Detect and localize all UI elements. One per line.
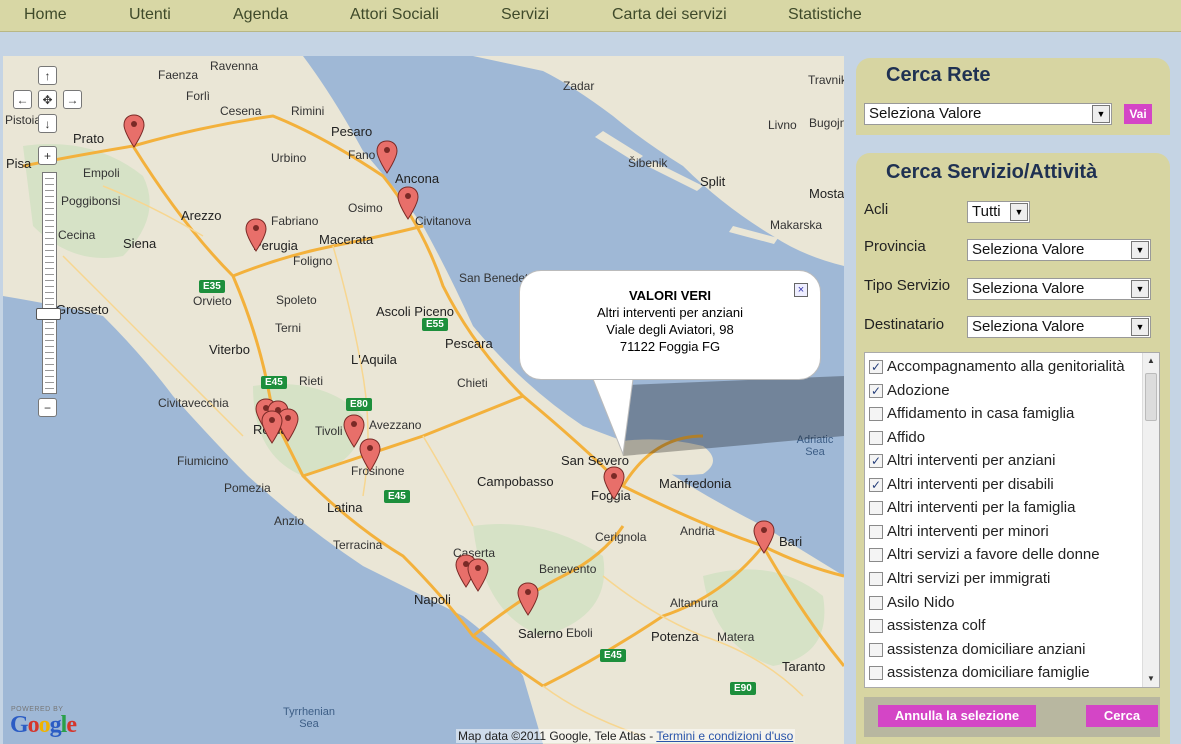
pan-left-button[interactable]: ← (13, 90, 32, 109)
nav-servizi[interactable]: Servizi (501, 6, 549, 24)
checkbox[interactable]: ✓ (869, 384, 883, 398)
list-item-label: Altri interventi per la famiglia (887, 499, 1076, 516)
chevron-down-icon: ▼ (1131, 318, 1149, 336)
chevron-down-icon: ▼ (1131, 241, 1149, 259)
tipo-servizio-label: Tipo Servizio (864, 277, 951, 294)
checkbox[interactable] (869, 596, 883, 610)
checkbox[interactable] (869, 619, 883, 633)
list-item-label: Adozione (887, 382, 950, 399)
provincia-label: Provincia (864, 238, 926, 255)
list-item-label: assistenza colf (887, 617, 986, 634)
cerca-button[interactable]: Cerca (1086, 705, 1158, 727)
vai-button[interactable]: Vai (1124, 104, 1152, 124)
cerca-rete-title: Cerca Rete (886, 64, 991, 86)
servizi-checkbox-list[interactable]: ✓ Accompagnamento alla genitorialità ✓ Ado… (864, 352, 1160, 688)
info-window-title: VALORI VERI (628, 288, 712, 303)
checkbox[interactable] (869, 431, 883, 445)
scroll-up-icon[interactable]: ▲ (1143, 353, 1159, 369)
checkbox[interactable]: ✓ (869, 478, 883, 492)
pan-center-button[interactable]: ✥ (38, 90, 57, 109)
attribution-text: Map data ©2011 Google, Tele Atlas - (458, 729, 654, 743)
acli-select-value: Tutti (972, 203, 1001, 220)
map-marker[interactable] (123, 114, 145, 148)
map-marker[interactable] (261, 410, 283, 444)
info-window-shadow (592, 376, 844, 456)
checkbox[interactable] (869, 643, 883, 657)
list-item-label: Asilo Nido (887, 594, 955, 611)
pan-right-button[interactable]: → (63, 90, 82, 109)
zoom-slider-track[interactable] (42, 172, 57, 394)
provincia-select[interactable]: Seleziona Valore ▼ (967, 239, 1151, 261)
checkbox[interactable] (869, 572, 883, 586)
cerca-servizio-title: Cerca Servizio/Attività (886, 161, 1098, 183)
nav-home[interactable]: Home (24, 6, 67, 24)
checkbox[interactable] (869, 407, 883, 421)
map-marker[interactable] (359, 438, 381, 472)
zoom-slider-thumb[interactable] (36, 308, 61, 320)
map-marker[interactable] (517, 582, 539, 616)
chevron-down-icon: ▼ (1092, 105, 1110, 123)
list-item-label: Accompagnamento alla genitorialità (887, 358, 1125, 375)
info-window: × VALORI VERI Altri interventi per anzia… (519, 270, 821, 380)
nav-utenti[interactable]: Utenti (129, 6, 171, 24)
list-item-label: Altri interventi per anziani (887, 452, 1056, 469)
list-item-label: assistenza domiciliare famiglie (887, 664, 1090, 681)
rete-select-value: Seleziona Valore (869, 105, 982, 122)
info-window-line: 71122 Foggia FG (619, 339, 721, 354)
nav-carta-dei-servizi[interactable]: Carta dei servizi (612, 6, 727, 24)
destinatario-select-value: Seleziona Valore (972, 318, 1085, 335)
map-marker[interactable] (376, 140, 398, 174)
nav-attori-sociali[interactable]: Attori Sociali (350, 6, 439, 24)
info-window-line: Altri interventi per anziani (597, 305, 743, 320)
tipo-servizio-select-value: Seleziona Valore (972, 280, 1085, 297)
list-item-label: Altri interventi per minori (887, 523, 1049, 540)
acli-label: Acli (864, 201, 889, 218)
chevron-down-icon: ▼ (1131, 280, 1149, 298)
tipo-servizio-select[interactable]: Seleziona Valore ▼ (967, 278, 1151, 300)
pan-up-button[interactable]: ↑ (38, 66, 57, 85)
acli-select[interactable]: Tutti ▼ (967, 201, 1030, 223)
map-marker[interactable] (245, 218, 267, 252)
scroll-down-icon[interactable]: ▼ (1143, 671, 1159, 687)
annulla-selezione-button[interactable]: Annulla la selezione (878, 705, 1036, 727)
checkbox[interactable] (869, 525, 883, 539)
nav-agenda[interactable]: Agenda (233, 6, 288, 24)
zoom-in-button[interactable]: + (38, 146, 57, 165)
destinatario-label: Destinatario (864, 316, 945, 333)
provincia-select-value: Seleziona Valore (972, 241, 1085, 258)
list-item-label: Altri servizi per immigrati (887, 570, 1051, 587)
list-item-label: Altri servizi a favore delle donne (887, 546, 1100, 563)
checkbox[interactable] (869, 548, 883, 562)
map-marker[interactable] (397, 186, 419, 220)
rete-select[interactable]: Seleziona Valore ▼ (864, 103, 1112, 125)
checkbox[interactable]: ✓ (869, 360, 883, 374)
map-marker[interactable] (467, 558, 489, 592)
map-marker-selected[interactable] (603, 466, 625, 500)
terms-link[interactable]: Termini e condizioni d'uso (656, 729, 793, 743)
close-icon[interactable]: × (794, 283, 808, 297)
list-item-label: Affidamento in casa famiglia (887, 405, 1075, 422)
google-logo[interactable]: Google (10, 712, 77, 739)
chevron-down-icon: ▼ (1010, 203, 1028, 221)
scroll-thumb[interactable] (1145, 373, 1157, 421)
destinatario-select[interactable]: Seleziona Valore ▼ (967, 316, 1151, 338)
top-navigation: Home Utenti Agenda Attori Sociali Serviz… (0, 0, 1181, 32)
info-window-line: Viale degli Aviatori, 98 (606, 322, 734, 337)
checkbox[interactable] (869, 666, 883, 680)
map-attribution: Map data ©2011 Google, Tele Atlas - Term… (456, 729, 796, 743)
zoom-out-button[interactable]: − (38, 398, 57, 417)
list-scrollbar[interactable]: ▲ ▼ (1142, 353, 1159, 687)
list-item-label: Affido (887, 429, 926, 446)
map-view[interactable]: Ravenna Faenza Forlì Cesena Rimini Prato… (3, 56, 844, 744)
checkbox[interactable] (869, 501, 883, 515)
map-marker[interactable] (753, 520, 775, 554)
list-item-label: Altri interventi per disabili (887, 476, 1054, 493)
checkbox[interactable]: ✓ (869, 454, 883, 468)
nav-statistiche[interactable]: Statistiche (788, 6, 862, 24)
pan-down-button[interactable]: ↓ (38, 114, 57, 133)
list-item-label: assistenza domiciliare anziani (887, 641, 1086, 658)
